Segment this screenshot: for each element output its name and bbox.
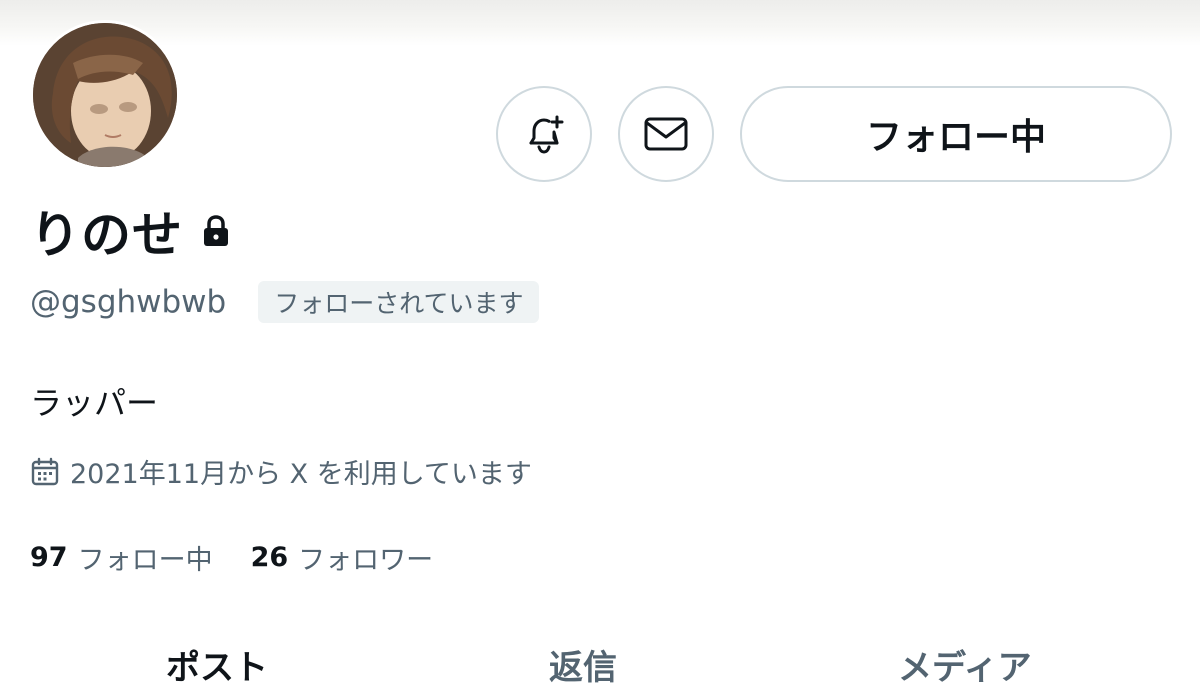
notify-button[interactable]	[496, 86, 592, 182]
following-label: フォロー中	[77, 545, 213, 576]
message-button[interactable]	[618, 86, 714, 182]
user-handle: @gsghwbwb	[30, 284, 227, 320]
tab-posts[interactable]: ポスト	[166, 640, 268, 689]
bio: ラッパー	[30, 384, 159, 422]
avatar-illustration	[33, 23, 177, 167]
avatar[interactable]	[30, 20, 180, 170]
bell-plus-icon	[529, 115, 564, 154]
envelope-icon	[644, 117, 688, 151]
name-row: りのせ	[30, 196, 231, 266]
lock-icon	[201, 214, 231, 248]
followers-link[interactable]: 26 フォロワー	[251, 538, 434, 577]
follows-you-badge: フォローされています	[258, 281, 540, 323]
following-button[interactable]: フォロー中	[740, 86, 1172, 182]
header-banner-edge	[0, 0, 1200, 46]
joined-date-text: 2021年11月から X を利用しています	[70, 459, 532, 490]
following-link[interactable]: 97 フォロー中	[30, 538, 213, 577]
calendar-icon	[30, 457, 60, 487]
followers-label: フォロワー	[298, 545, 434, 576]
followers-count: 26	[250, 542, 289, 573]
tab-media[interactable]: メディア	[898, 640, 1032, 689]
profile-tabs: ポスト 返信 メディア	[0, 640, 1200, 700]
tab-replies[interactable]: 返信	[549, 640, 617, 689]
display-name: りのせ	[30, 206, 183, 264]
follow-stats: 97 フォロー中 26 フォロワー	[30, 538, 433, 577]
handle-row: @gsghwbwb フォローされています	[30, 281, 540, 323]
following-count: 97	[30, 542, 68, 573]
joined-date-row: 2021年11月から X を利用しています	[30, 452, 532, 491]
